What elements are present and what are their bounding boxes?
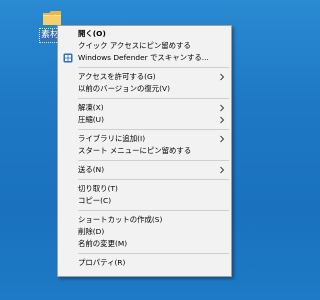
menu-item-create-shortcut[interactable]: ショートカットの作成(S) <box>58 214 231 226</box>
chevron-right-icon <box>220 116 225 124</box>
menu-item-label: ショートカットの作成(S) <box>78 215 163 224</box>
menu-item-pin-quick-access[interactable]: クイック アクセスにピン留めする <box>58 40 231 52</box>
menu-item-label: スタート メニューにピン留めする <box>78 146 192 155</box>
menu-item-label: 削除(D) <box>78 227 105 236</box>
menu-separator <box>78 253 229 254</box>
menu-item-compress[interactable]: 圧縮(U) <box>58 114 231 126</box>
menu-item-label: 以前のバージョンの復元(V) <box>78 84 170 93</box>
menu-item-restore-previous[interactable]: 以前のバージョンの復元(V) <box>58 83 231 95</box>
menu-item-label: 送る(N) <box>78 165 105 174</box>
menu-item-delete[interactable]: 削除(D) <box>58 226 231 238</box>
menu-item-copy[interactable]: コピー(C) <box>58 195 231 207</box>
folder-icon <box>43 11 61 25</box>
menu-item-label: Windows Defender でスキャンする... <box>78 53 209 62</box>
menu-item-cut[interactable]: 切り取り(T) <box>58 183 231 195</box>
chevron-right-icon <box>220 73 225 81</box>
menu-item-label: ライブラリに追加(I) <box>78 134 146 143</box>
menu-item-label: 名前の変更(M) <box>78 239 128 248</box>
menu-item-send-to[interactable]: 送る(N) <box>58 164 231 176</box>
menu-item-label: プロパティ(R) <box>78 258 126 267</box>
menu-item-properties[interactable]: プロパティ(R) <box>58 257 231 269</box>
menu-separator <box>78 129 229 130</box>
windows-defender-icon <box>63 53 73 63</box>
menu-item-label: アクセスを許可する(G) <box>78 72 156 81</box>
menu-item-extract[interactable]: 解凍(X) <box>58 102 231 114</box>
menu-item-add-to-library[interactable]: ライブラリに追加(I) <box>58 133 231 145</box>
menu-item-label: 圧縮(U) <box>78 115 104 124</box>
menu-item-open[interactable]: 開く(O) <box>58 28 231 40</box>
chevron-right-icon <box>220 135 225 143</box>
menu-item-rename[interactable]: 名前の変更(M) <box>58 238 231 250</box>
context-menu: 開く(O) クイック アクセスにピン留めする Windows Defender … <box>57 25 232 277</box>
chevron-right-icon <box>220 104 225 112</box>
chevron-right-icon <box>220 166 225 174</box>
menu-separator <box>78 98 229 99</box>
menu-separator <box>78 160 229 161</box>
menu-item-defender-scan[interactable]: Windows Defender でスキャンする... <box>58 52 231 64</box>
menu-item-give-access[interactable]: アクセスを許可する(G) <box>58 71 231 83</box>
menu-item-pin-start[interactable]: スタート メニューにピン留めする <box>58 145 231 157</box>
menu-item-label: 解凍(X) <box>78 103 104 112</box>
menu-separator <box>78 179 229 180</box>
menu-separator <box>78 67 229 68</box>
menu-item-label: 開く(O) <box>78 29 106 38</box>
menu-item-label: 切り取り(T) <box>78 184 118 193</box>
menu-item-label: クイック アクセスにピン留めする <box>78 41 191 50</box>
menu-separator <box>78 210 229 211</box>
menu-item-label: コピー(C) <box>78 196 112 205</box>
